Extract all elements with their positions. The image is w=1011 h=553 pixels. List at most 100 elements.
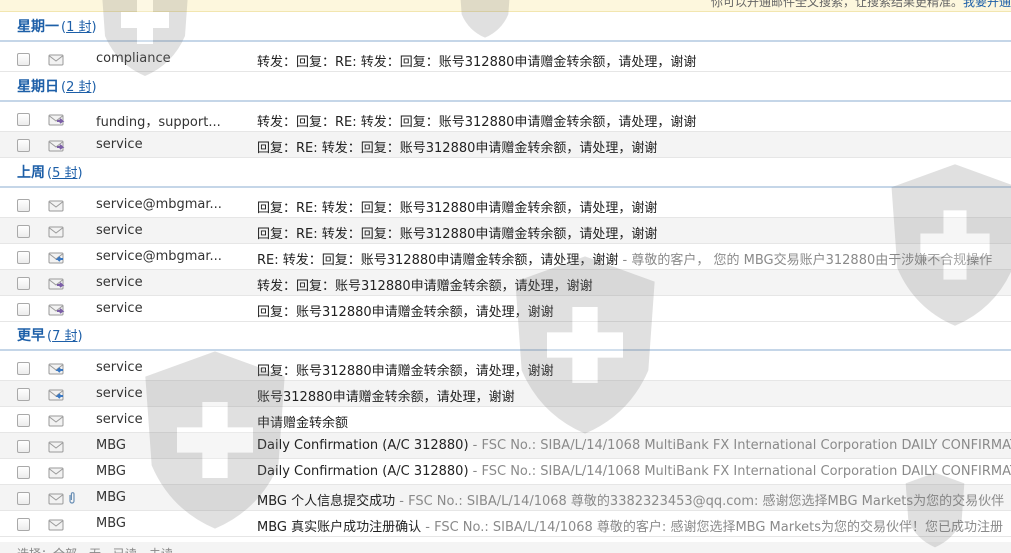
subject-line: 转发：回复：RE: 转发：回复：账号312880申请赠金转余额，请处理，谢谢 bbox=[257, 111, 1011, 130]
subject-text: 申请赠金转余额 bbox=[257, 416, 349, 431]
message-row[interactable]: service 回复：账号312880申请赠金转余额，请处理，谢谢 bbox=[0, 296, 1011, 322]
subject-text: RE: 转发：回复：账号312880申请赠金转余额，请处理，谢谢 bbox=[257, 253, 619, 268]
message-row[interactable]: service 回复：RE: 转发：回复：账号312880申请赠金转余额，请处理，… bbox=[0, 132, 1011, 158]
group-count-link[interactable]: (1 封) bbox=[61, 20, 97, 35]
sender-name: service bbox=[96, 412, 143, 427]
subject-line: 转发：回复：RE: 转发：回复：账号312880申请赠金转余额，请处理，谢谢 bbox=[257, 51, 1011, 70]
message-row[interactable]: service 回复：账号312880申请赠金转余额，请处理，谢谢 bbox=[0, 355, 1011, 381]
preview-separator: - bbox=[421, 520, 435, 535]
search-notice-bar: 你可以开通邮件全文搜索，让搜索结果更精准。我要开通 bbox=[0, 0, 1011, 12]
subject-line: Daily Confirmation (A/C 312880) - FSC No… bbox=[257, 464, 1011, 479]
message-row[interactable]: compliance 转发：回复：RE: 转发：回复：账号312880申请赠金转余… bbox=[0, 46, 1011, 72]
select-checkbox[interactable] bbox=[17, 113, 30, 126]
subject-line: 回复：RE: 转发：回复：账号312880申请赠金转余额，请处理，谢谢 bbox=[257, 223, 1011, 242]
subject-text: MBG 个人信息提交成功 bbox=[257, 494, 396, 509]
select-checkbox[interactable] bbox=[17, 199, 30, 212]
sender-name: MBG bbox=[96, 438, 126, 453]
sender-name: service@mbgmar... bbox=[96, 249, 222, 264]
sender-name: funding，support... bbox=[96, 115, 221, 130]
group-title: 星期一 (1 封) bbox=[17, 16, 97, 36]
subject-text: 账号312880申请赠金转余额，请处理，谢谢 bbox=[257, 390, 515, 405]
message-row[interactable]: service@mbgmar... 回复：RE: 转发：回复：账号312880申请… bbox=[0, 192, 1011, 218]
search-notice: 你可以开通邮件全文搜索，让搜索结果更精准。我要开通 bbox=[711, 0, 1011, 10]
envelope-read-icon bbox=[48, 517, 66, 536]
group-header: 上周 (5 封) bbox=[0, 162, 1011, 188]
select-checkbox[interactable] bbox=[17, 362, 30, 375]
group-count-link[interactable]: (5 封) bbox=[47, 166, 83, 181]
group-title: 上周 (5 封) bbox=[17, 162, 83, 182]
preview-separator: - bbox=[468, 438, 482, 453]
envelope-read-icon bbox=[48, 465, 66, 484]
enable-search-link[interactable]: 我要开通 bbox=[963, 0, 1011, 9]
preview-text: FSC No.: SIBA/L/14/1068 尊敬的3382323453@qq… bbox=[408, 494, 1005, 509]
subject-text: Daily Confirmation (A/C 312880) bbox=[257, 464, 469, 479]
selection-bar-text[interactable]: 选择：全部 - 无 - 已读 - 未读 bbox=[17, 545, 173, 553]
select-checkbox[interactable] bbox=[17, 492, 30, 505]
preview-separator: - bbox=[395, 494, 409, 509]
forwarded-icon bbox=[48, 302, 66, 321]
sender-name: service bbox=[96, 360, 143, 375]
select-checkbox[interactable] bbox=[17, 440, 30, 453]
subject-line: MBG 真实账户成功注册确认 - FSC No.: SIBA/L/14/1068… bbox=[257, 516, 1011, 535]
preview-text: FSC No.: SIBA/L/14/1068 尊敬的客户: 感谢您选择MBG … bbox=[434, 520, 1004, 535]
message-row[interactable]: MBG Daily Confirmation (A/C 312880) - FSC… bbox=[0, 433, 1011, 459]
subject-line: 回复：RE: 转发：回复：账号312880申请赠金转余额，请处理，谢谢 bbox=[257, 137, 1011, 156]
message-row[interactable]: MBG MBG 个人信息提交成功 - FSC No.: SIBA/L/14/106… bbox=[0, 485, 1011, 511]
sender-name: compliance bbox=[96, 51, 171, 66]
select-checkbox[interactable] bbox=[17, 251, 30, 264]
sender-name: service bbox=[96, 301, 143, 316]
select-checkbox[interactable] bbox=[17, 225, 30, 238]
preview-text: FSC No.: SIBA/L/14/1068 MultiBank FX Int… bbox=[481, 438, 1011, 453]
preview-separator: - bbox=[618, 253, 632, 268]
group-count-link[interactable]: (2 封) bbox=[61, 80, 97, 95]
group-header: 星期日 (2 封) bbox=[0, 76, 1011, 102]
select-checkbox[interactable] bbox=[17, 303, 30, 316]
sender-name: service@mbgmar... bbox=[96, 197, 222, 212]
sender-name: MBG bbox=[96, 464, 126, 479]
message-row[interactable]: service 转发：回复：账号312880申请赠金转余额，请处理，谢谢 bbox=[0, 270, 1011, 296]
select-checkbox[interactable] bbox=[17, 466, 30, 479]
preview-text: FSC No.: SIBA/L/14/1068 MultiBank FX Int… bbox=[481, 464, 1011, 479]
select-checkbox[interactable] bbox=[17, 53, 30, 66]
subject-line: 转发：回复：账号312880申请赠金转余额，请处理，谢谢 bbox=[257, 275, 1011, 294]
search-notice-text: 你可以开通邮件全文搜索，让搜索结果更精准。 bbox=[710, 0, 963, 9]
replied-icon bbox=[48, 250, 66, 269]
replied-icon bbox=[48, 361, 66, 380]
group-title-text: 星期一 bbox=[17, 19, 59, 35]
group-count-link[interactable]: (7 封) bbox=[47, 329, 83, 344]
selection-bar: 选择：全部 - 无 - 已读 - 未读 bbox=[0, 542, 1011, 553]
subject-line: Daily Confirmation (A/C 312880) - FSC No… bbox=[257, 438, 1011, 453]
message-row[interactable]: service 回复：RE: 转发：回复：账号312880申请赠金转余额，请处理，… bbox=[0, 218, 1011, 244]
sender-name: MBG bbox=[96, 516, 126, 531]
message-row[interactable]: service 账号312880申请赠金转余额，请处理，谢谢 bbox=[0, 381, 1011, 407]
select-checkbox[interactable] bbox=[17, 518, 30, 531]
envelope-read-icon bbox=[48, 439, 66, 458]
envelope-read-icon bbox=[48, 413, 66, 432]
select-checkbox[interactable] bbox=[17, 277, 30, 290]
subject-text: 转发：回复：RE: 转发：回复：账号312880申请赠金转余额，请处理，谢谢 bbox=[257, 55, 697, 70]
message-row[interactable]: MBG MBG 真实账户成功注册确认 - FSC No.: SIBA/L/14/1… bbox=[0, 511, 1011, 537]
select-checkbox[interactable] bbox=[17, 139, 30, 152]
message-row[interactable]: service@mbgmar... RE: 转发：回复：账号312880申请赠金转… bbox=[0, 244, 1011, 270]
select-checkbox[interactable] bbox=[17, 388, 30, 401]
group-title-text: 更早 bbox=[17, 328, 45, 344]
message-row[interactable]: service 申请赠金转余额 bbox=[0, 407, 1011, 433]
message-row[interactable]: funding，support... 转发：回复：RE: 转发：回复：账号3128… bbox=[0, 106, 1011, 132]
mail-list-page: 你可以开通邮件全文搜索，让搜索结果更精准。我要开通 星期一 (1 封) compli… bbox=[0, 0, 1011, 553]
select-checkbox[interactable] bbox=[17, 414, 30, 427]
subject-text: 回复：RE: 转发：回复：账号312880申请赠金转余额，请处理，谢谢 bbox=[257, 141, 658, 156]
subject-line: RE: 转发：回复：账号312880申请赠金转余额，请处理，谢谢 - 尊敬的客户… bbox=[257, 249, 1011, 268]
envelope-read-icon bbox=[48, 491, 66, 510]
envelope-read-icon bbox=[48, 198, 66, 217]
subject-text: 回复：账号312880申请赠金转余额，请处理，谢谢 bbox=[257, 364, 554, 379]
forwarded-icon bbox=[48, 112, 66, 131]
subject-line: 回复：账号312880申请赠金转余额，请处理，谢谢 bbox=[257, 301, 1011, 320]
subject-text: 回复：账号312880申请赠金转余额，请处理，谢谢 bbox=[257, 305, 554, 320]
preview-text: 尊敬的客户， 您的 MBG交易账户312880由于涉嫌不合规操作 bbox=[631, 253, 993, 268]
group-header: 更早 (7 封) bbox=[0, 325, 1011, 351]
replied-icon bbox=[48, 387, 66, 406]
subject-text: 回复：RE: 转发：回复：账号312880申请赠金转余额，请处理，谢谢 bbox=[257, 201, 658, 216]
message-row[interactable]: MBG Daily Confirmation (A/C 312880) - FSC… bbox=[0, 459, 1011, 485]
group-title: 星期日 (2 封) bbox=[17, 76, 97, 96]
subject-text: Daily Confirmation (A/C 312880) bbox=[257, 438, 469, 453]
